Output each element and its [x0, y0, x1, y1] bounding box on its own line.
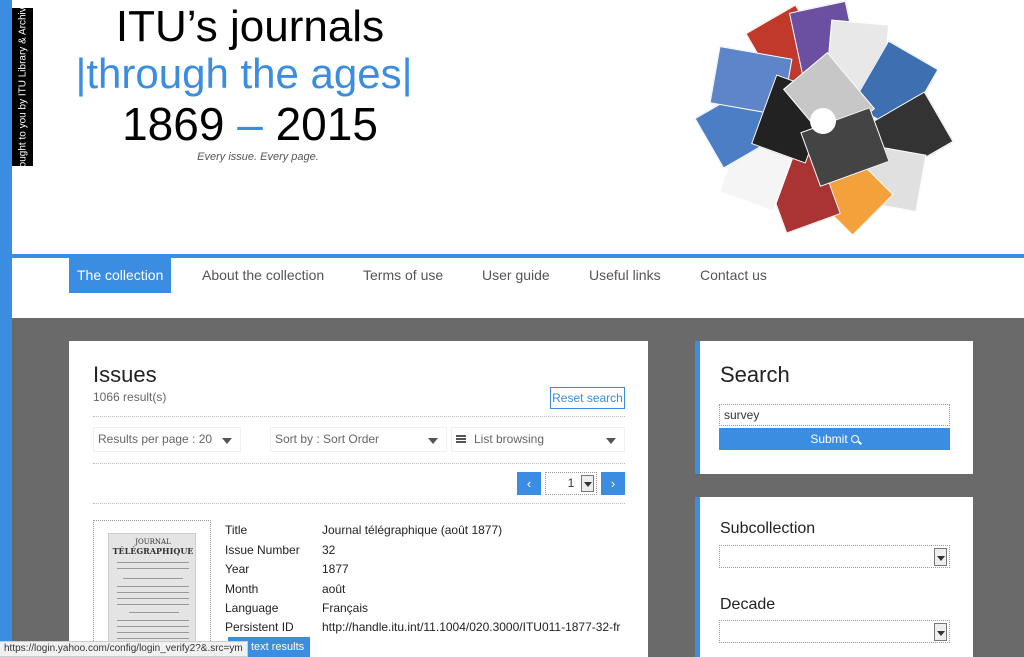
nav-terms-of-use[interactable]: Terms of use: [363, 258, 443, 293]
results-per-page-value: Results per page : 20: [98, 432, 213, 446]
meta-label-month: Month: [225, 582, 259, 596]
chevron-down-icon: [222, 438, 232, 444]
list-icon: [456, 434, 466, 443]
result-count: 1066 result(s): [93, 390, 167, 404]
meta-label-issue-number: Issue Number: [225, 543, 300, 557]
issue-thumbnail-frame[interactable]: JOURNAL TÉLÉGRAPHIQUE: [93, 520, 211, 657]
main-nav: The collection About the collection Term…: [12, 258, 1024, 318]
meta-value-language: Français: [322, 601, 369, 615]
chevron-down-icon: [606, 438, 616, 444]
left-accent-bar: [0, 0, 12, 657]
thumbnail-title-line2: TÉLÉGRAPHIQUE: [112, 546, 194, 556]
divider: [93, 463, 625, 464]
next-page-button[interactable]: ›: [601, 472, 625, 495]
subcollection-select[interactable]: [719, 545, 950, 568]
nav-user-guide[interactable]: User guide: [482, 258, 550, 293]
results-per-page-select[interactable]: Results per page : 20: [93, 427, 241, 452]
meta-label-title: Title: [225, 523, 248, 537]
chevron-down-icon: [934, 548, 947, 566]
view-mode-value: List browsing: [474, 432, 545, 446]
view-mode-select[interactable]: List browsing: [451, 427, 625, 452]
page-number-value: 1: [567, 476, 575, 490]
nav-about-the-collection[interactable]: About the collection: [202, 258, 324, 293]
page-number-select[interactable]: 1: [545, 472, 597, 495]
tagline: Every issue. Every page.: [197, 151, 319, 163]
submit-button[interactable]: Submit: [719, 428, 950, 450]
divider: [93, 503, 625, 504]
journal-covers-collage: [694, 0, 954, 236]
chevron-down-icon: [428, 438, 438, 444]
search-panel: Search survey Submit: [695, 341, 973, 474]
issue-thumbnail[interactable]: JOURNAL TÉLÉGRAPHIQUE: [108, 533, 196, 657]
sort-by-value: Sort by : Sort Order: [275, 432, 380, 446]
year-dash: –: [237, 98, 263, 150]
search-icon: [850, 435, 859, 443]
decade-select[interactable]: [719, 620, 950, 643]
meta-label-persistent-id: Persistent ID: [225, 620, 294, 634]
search-heading: Search: [720, 362, 790, 387]
submit-label: Submit: [810, 432, 848, 446]
year-start: 1869: [122, 98, 225, 150]
issues-panel: Issues 1066 result(s) Reset search Resul…: [69, 341, 648, 657]
reset-search-button[interactable]: Reset search: [550, 387, 625, 409]
divider: [93, 416, 625, 417]
browser-status-bar: https://login.yahoo.com/config/login_ver…: [0, 641, 248, 657]
sort-by-select[interactable]: Sort by : Sort Order: [270, 427, 447, 452]
year-end: 2015: [275, 98, 378, 150]
brought-by-text: Brought to you by ITU Library & Archives: [17, 8, 28, 166]
meta-value-issue-number: 32: [322, 543, 336, 557]
meta-value-title: Journal télégraphique (août 1877): [322, 523, 503, 537]
chevron-down-icon: [934, 623, 947, 641]
chevron-down-icon: [581, 475, 594, 492]
brought-by-tag: Brought to you by ITU Library & Archives: [12, 8, 33, 166]
meta-value-month: août: [322, 582, 346, 596]
nav-useful-links[interactable]: Useful links: [589, 258, 661, 293]
prev-page-button[interactable]: ‹: [517, 472, 541, 495]
filters-panel: Subcollection Decade: [695, 497, 973, 657]
nav-contact-us[interactable]: Contact us: [700, 258, 767, 293]
subcollection-label: Subcollection: [720, 520, 816, 537]
search-input[interactable]: survey: [719, 404, 950, 426]
meta-label-year: Year: [225, 562, 250, 576]
decade-label: Decade: [720, 596, 776, 613]
nav-the-collection[interactable]: The collection: [69, 258, 172, 293]
meta-label-language: Language: [225, 601, 279, 615]
issues-heading: Issues: [93, 362, 157, 387]
site-title-line2: |through the ages|: [75, 50, 413, 97]
site-title-years: 1869 – 2015: [70, 97, 430, 151]
site-title-line1: ITU’s journals: [115, 2, 385, 51]
meta-value-year: 1877: [322, 562, 349, 576]
meta-value-persistent-id[interactable]: http://handle.itu.int/11.1004/020.3000/I…: [322, 620, 620, 634]
